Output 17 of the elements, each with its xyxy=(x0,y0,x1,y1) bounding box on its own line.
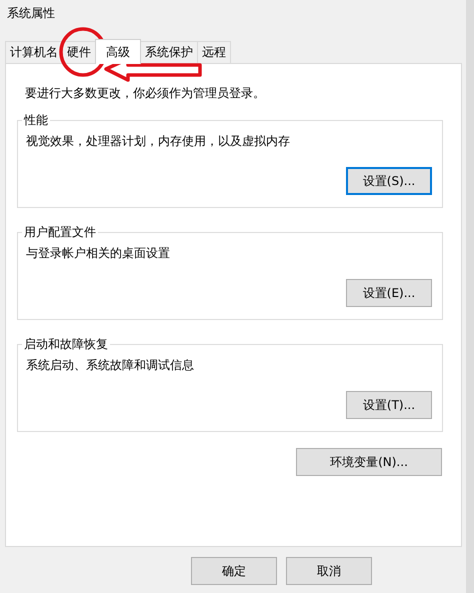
notice-text: 要进行大多数更改，你必须作为管理员登录。 xyxy=(24,85,266,102)
tab[interactable]: 高级 xyxy=(95,39,141,64)
dialog-button[interactable]: 取消 xyxy=(286,557,372,585)
tab[interactable]: 远程 xyxy=(197,41,231,63)
group-description: 视觉效果，处理器计划，内存使用，以及虚拟内存 xyxy=(26,133,291,150)
group-description: 与登录帐户相关的桌面设置 xyxy=(26,245,171,262)
settings-button[interactable]: 设置(T)... xyxy=(346,391,432,419)
group-title: 用户配置文件 xyxy=(23,224,97,241)
settings-button[interactable]: 设置(S)... xyxy=(346,167,432,195)
group-description: 系统启动、系统故障和调试信息 xyxy=(26,357,195,374)
window-title: 系统属性 xyxy=(6,5,56,22)
group-title: 启动和故障恢复 xyxy=(23,336,109,353)
tab[interactable]: 计算机名 xyxy=(5,41,63,63)
settings-button[interactable]: 设置(E)... xyxy=(346,279,432,307)
dialog-button[interactable]: 确定 xyxy=(191,557,277,585)
group-title: 性能 xyxy=(22,112,49,129)
environment-variables-button[interactable]: 环境变量(N)... xyxy=(296,448,442,476)
